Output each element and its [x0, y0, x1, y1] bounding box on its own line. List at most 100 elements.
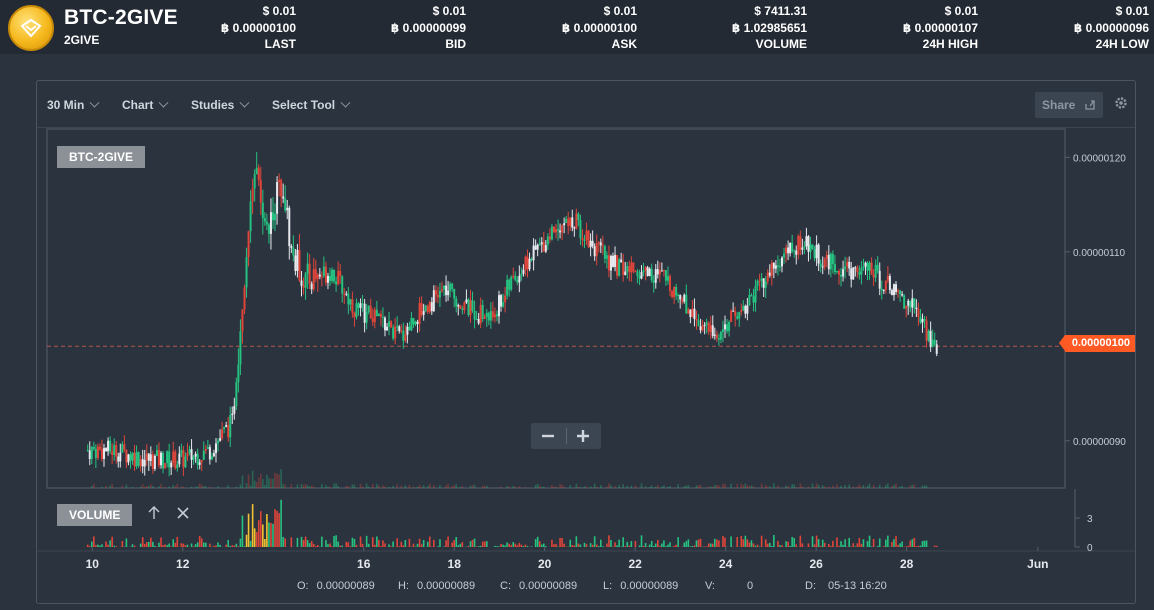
volume-bar — [754, 545, 757, 547]
volume-bar — [196, 542, 199, 547]
candle-body — [455, 298, 458, 307]
volume-overlay-bar — [382, 485, 384, 488]
volume-overlay-bar — [614, 486, 616, 488]
candle-body — [86, 450, 89, 452]
volume-overlay-bar — [445, 485, 447, 488]
volume-bar — [909, 540, 912, 547]
volume-bar — [229, 545, 232, 547]
volume-bar — [166, 545, 168, 547]
chart-panel: 30 Min Chart Studies Select Tool Share 0… — [36, 80, 1136, 604]
volume-bar — [836, 537, 838, 547]
candle-body — [664, 270, 667, 281]
candle-body — [502, 302, 505, 307]
volume-bar — [373, 544, 376, 547]
ohlc-close: C: 0.00000089 — [500, 580, 577, 592]
volume-bar — [439, 539, 441, 547]
candle-body — [689, 309, 692, 318]
volume-bar — [897, 544, 899, 547]
volume-overlay-bar — [139, 486, 142, 488]
candle-body — [198, 462, 201, 465]
volume-overlay-bar — [707, 486, 710, 488]
candle-body — [585, 230, 588, 240]
volume-overlay-bar — [325, 485, 327, 488]
zoom-out-button[interactable] — [531, 423, 566, 449]
volume-bar — [86, 544, 89, 547]
volume-overlay-bar — [180, 486, 183, 488]
volume-bar — [131, 544, 134, 547]
volume-overlay-bar — [196, 486, 199, 488]
volume-overlay-bar — [453, 485, 455, 488]
candle-body — [493, 314, 496, 318]
volume-bar — [239, 538, 242, 547]
volume-bar — [152, 541, 154, 547]
stat-ask: $ 0.01 ฿ 0.00000100 ASK — [467, 3, 637, 53]
volume-overlay-bar — [296, 484, 299, 488]
candle-body — [416, 321, 419, 324]
volume-bar — [673, 546, 675, 547]
volume-overlay-bar — [392, 485, 394, 488]
volume-overlay-bar — [815, 483, 818, 488]
candle-body — [345, 293, 348, 295]
candle-body — [335, 281, 338, 285]
candle-body — [728, 321, 731, 332]
volume-bar — [514, 543, 517, 547]
volume-bar — [308, 543, 311, 547]
volume-overlay-bar — [585, 486, 588, 488]
volume-bar — [280, 499, 282, 547]
candle-body — [188, 449, 191, 453]
volume-bar — [90, 541, 93, 547]
volume-overlay-bar — [697, 485, 700, 488]
volume-bar — [268, 522, 270, 547]
candle-body — [286, 207, 289, 211]
candle-body — [746, 305, 749, 314]
zoom-in-button[interactable] — [566, 423, 601, 449]
volume-overlay-bar — [455, 483, 458, 488]
candle-body — [742, 305, 745, 310]
arrow-up-icon[interactable] — [147, 505, 161, 521]
volume-bar — [842, 544, 844, 547]
volume-overlay-bar — [378, 485, 380, 488]
candle-body — [451, 283, 454, 289]
volume-bar — [652, 545, 655, 547]
candle-body — [927, 330, 930, 341]
candle-body — [632, 262, 635, 272]
volume-overlay-bar — [308, 486, 311, 488]
candle-body — [711, 325, 714, 336]
volume-overlay-bar — [622, 484, 624, 488]
volume-overlay-bar — [469, 485, 472, 488]
candle-body — [481, 304, 484, 319]
volume-overlay-bar — [205, 486, 207, 488]
volume-bar — [125, 538, 128, 547]
volume-bar — [626, 541, 629, 547]
volume-bar — [703, 546, 706, 547]
candle-body — [465, 299, 468, 303]
candle-body — [703, 324, 706, 326]
price-chart[interactable]: 0.00000120 0.00000110 0.00000090 10 12 16 18 20… — [37, 81, 1135, 603]
candle-body — [149, 454, 152, 461]
volume-bar — [518, 542, 521, 547]
volume-bar — [316, 545, 319, 547]
volume-overlay-bar — [677, 484, 679, 488]
volume-bar — [282, 536, 284, 547]
volume-bar — [327, 544, 329, 547]
volume-bar — [145, 542, 148, 547]
ohlc-value: 0.00000089 — [316, 580, 375, 592]
candle-body — [573, 227, 576, 229]
volume-overlay-bar — [428, 483, 431, 488]
candle-body — [245, 257, 248, 288]
candle-body — [312, 269, 315, 290]
volume-bar — [597, 545, 600, 547]
volume-overlay-bar — [451, 486, 453, 488]
volume-overlay-bar — [239, 484, 242, 488]
volume-overlay-bar — [327, 486, 329, 488]
volume-overlay-bar — [172, 484, 175, 488]
candle-body — [121, 444, 124, 453]
volume-overlay-bar — [266, 474, 268, 488]
volume-overlay-bar — [787, 485, 789, 488]
volume-bar — [563, 543, 565, 547]
volume-bar — [259, 511, 262, 547]
volume-bar — [848, 537, 850, 547]
close-icon[interactable] — [177, 507, 189, 519]
volume-bar — [253, 528, 256, 547]
candle-body — [677, 295, 680, 297]
